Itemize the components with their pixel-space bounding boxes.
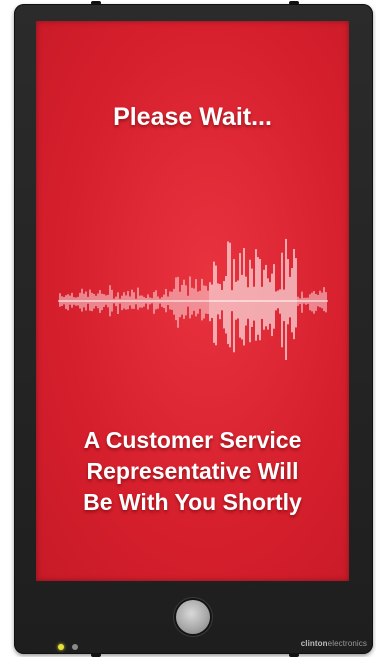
message-line: A Customer Service (83, 427, 302, 453)
wait-message: A Customer Service Representative Will B… (36, 425, 349, 518)
mount-tab (91, 1, 101, 5)
brand-logo: clintonelectronics (301, 639, 367, 648)
brand-name: clinton (300, 639, 328, 648)
mount-tab (289, 1, 299, 5)
brand-suffix: electronics (327, 639, 367, 648)
display-device: Please Wait... A Customer Service Repres… (14, 1, 373, 657)
please-wait-heading: Please Wait... (113, 103, 272, 131)
message-line: Representative Will (86, 458, 299, 484)
mount-tab (289, 653, 299, 657)
status-led-grey (72, 644, 78, 650)
display-screen: Please Wait... A Customer Service Repres… (36, 21, 349, 581)
audio-waveform-icon (58, 238, 328, 360)
message-line: Be With You Shortly (83, 489, 302, 515)
call-button[interactable] (176, 600, 210, 634)
status-led-yellow (58, 644, 64, 650)
mount-tab (91, 653, 101, 657)
